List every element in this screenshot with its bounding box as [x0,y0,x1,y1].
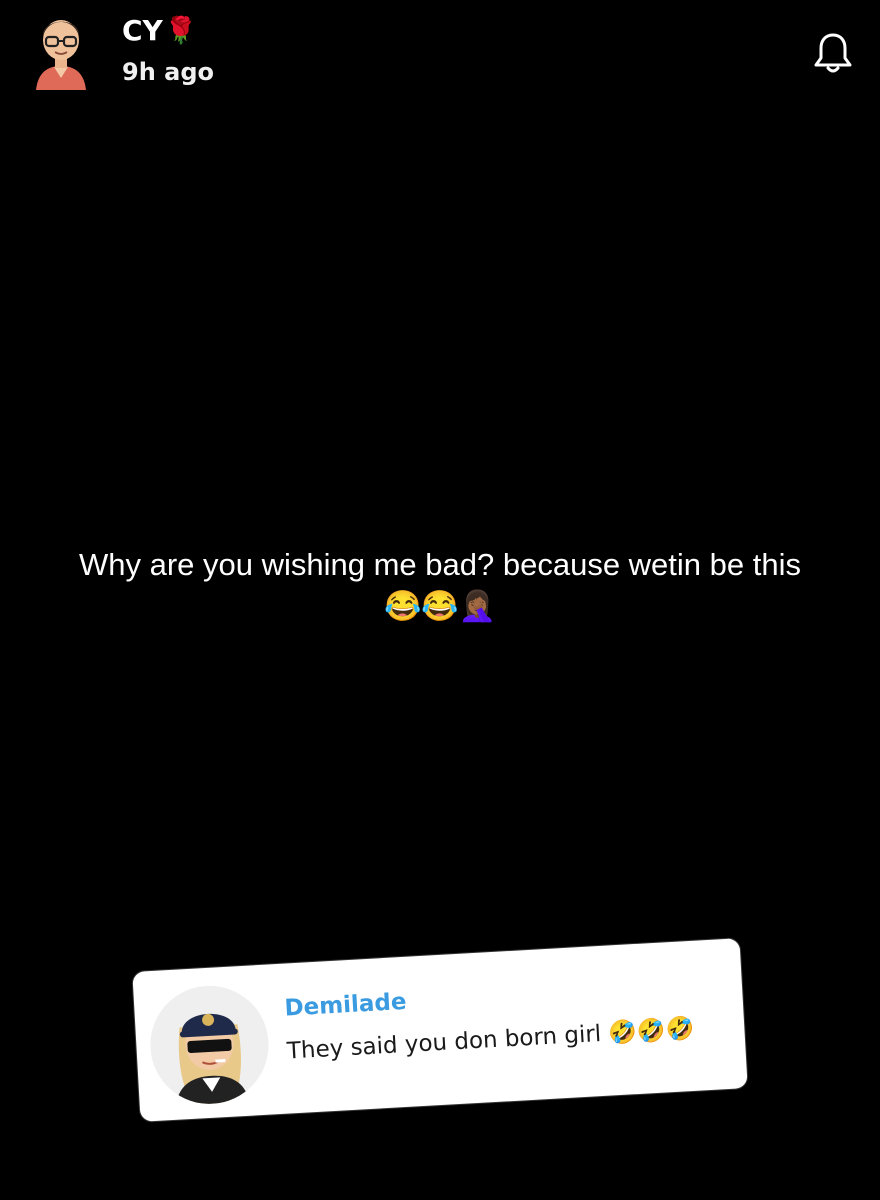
reply-sticker-card[interactable]: Demilade They said you don born girl 🤣🤣🤣 [132,938,748,1122]
reply-avatar [147,982,272,1108]
story-caption: Why are you wishing me bad? because weti… [20,543,860,627]
rose-emoji-icon: 🌹 [164,15,198,46]
bitmoji-avatar-icon [147,982,272,1108]
notification-bell-button[interactable] [810,30,856,76]
reply-author-name: Demilade [283,988,408,1022]
story-header: CY 🌹 9h ago [0,0,880,110]
caption-text: Why are you wishing me bad? because weti… [78,547,801,582]
profile-avatar[interactable] [32,10,90,90]
reply-emoji-icons: 🤣🤣🤣 [607,1015,695,1047]
caption-emoji-icons: 😂😂🤦🏾‍♀️ [383,590,497,623]
bell-icon [814,33,852,73]
reply-message-text: They said you don born girl [286,1021,602,1065]
bitmoji-avatar-icon [36,20,86,90]
reply-message: They said you don born girl 🤣🤣🤣 [286,1009,727,1070]
username-text: CY [122,14,163,47]
story-username[interactable]: CY 🌹 [122,14,197,47]
story-timestamp: 9h ago [122,58,215,86]
